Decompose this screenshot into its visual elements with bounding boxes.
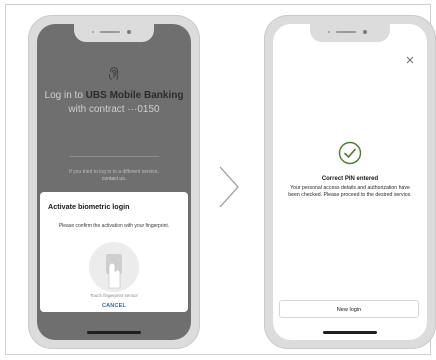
- close-icon[interactable]: [405, 55, 415, 65]
- different-service-text: If you tried to log in to a different se…: [69, 169, 159, 175]
- login-screen: Log in to UBS Mobile Banking with contra…: [37, 24, 191, 340]
- success-title: Correct PIN entered: [321, 176, 379, 182]
- phone-notch: [310, 24, 390, 42]
- success-message: Your personal access details and authori…: [288, 185, 412, 198]
- dialog-message: Please confirm the activation with your …: [58, 223, 170, 229]
- phone-mockup-left: Log in to UBS Mobile Banking with contra…: [28, 15, 200, 349]
- fingerprint-sensor-icon[interactable]: [89, 242, 139, 292]
- phone-mockup-right: Correct PIN entered Your personal access…: [264, 15, 436, 349]
- new-login-button[interactable]: New login: [279, 300, 419, 318]
- dialog-title: Activate biometric login: [48, 202, 130, 211]
- app-name: UBS Mobile Banking: [85, 90, 184, 101]
- check-circle-icon: [338, 141, 362, 165]
- login-heading: Log in to UBS Mobile Banking with contra…: [37, 89, 191, 117]
- phone-notch: [74, 24, 154, 42]
- different-service-note: If you tried to log in to a different se…: [37, 169, 191, 183]
- figure-frame: Log in to UBS Mobile Banking with contra…: [5, 4, 436, 355]
- login-prefix: Log in to: [44, 90, 83, 101]
- chevron-right-icon: [219, 166, 239, 208]
- pin-input-line[interactable]: [69, 156, 159, 157]
- success-screen: Correct PIN entered Your personal access…: [273, 24, 427, 340]
- contract-text: with contract ···0150: [68, 104, 160, 115]
- cancel-button[interactable]: CANCEL: [40, 303, 188, 309]
- contact-us-link[interactable]: contact us.: [102, 176, 126, 182]
- biometric-dialog: Activate biometric login Please confirm …: [40, 192, 188, 312]
- home-indicator: [323, 331, 377, 334]
- fingerprint-icon: [109, 67, 119, 80]
- sensor-label: Touch fingerprint sensor: [89, 293, 139, 298]
- home-indicator: [87, 331, 141, 334]
